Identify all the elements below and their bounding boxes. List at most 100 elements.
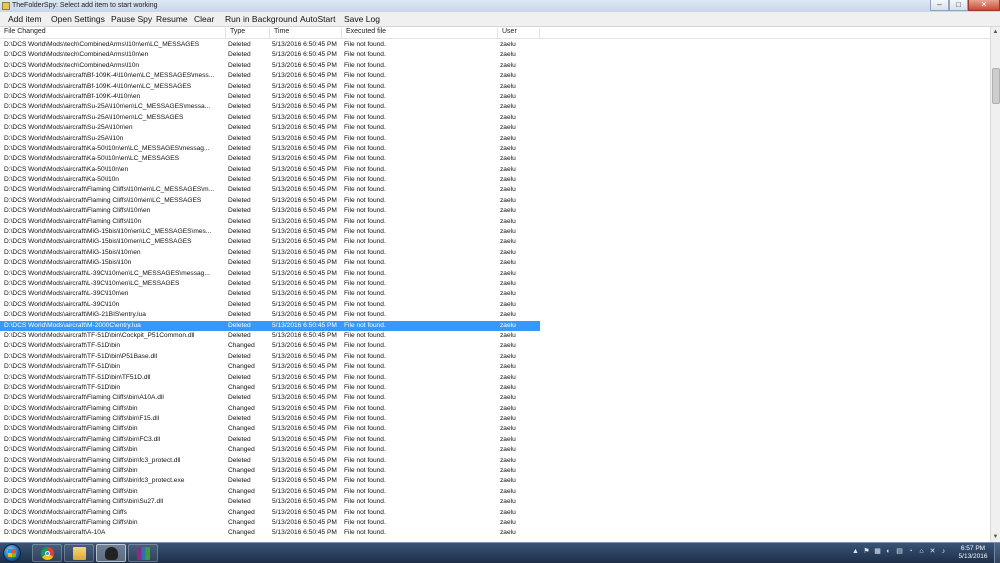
tray-network-icon[interactable]: ⌂ [918, 548, 925, 556]
table-row[interactable]: D:\DCS World\Mods\aircraft\Su-25A\l10n\e… [0, 123, 540, 133]
close-button[interactable]: ✕ [968, 0, 1000, 11]
table-row[interactable]: D:\DCS World\Mods\aircraft\TF-51D\bin\Co… [0, 331, 540, 341]
tray-sync-icon[interactable]: ◐ [885, 548, 892, 556]
maximize-button[interactable]: □ [949, 0, 968, 11]
table-row[interactable]: D:\DCS World\Mods\aircraft\Flaming Cliff… [0, 466, 540, 476]
table-row[interactable]: D:\DCS World\Mods\tech\CombinedArms\l10n… [0, 61, 540, 71]
table-row[interactable]: D:\DCS World\Mods\aircraft\Flaming Cliff… [0, 424, 540, 434]
menu-pause-spy[interactable]: Pause Spy [111, 14, 152, 24]
menu-resume[interactable]: Resume [156, 14, 188, 24]
table-row[interactable]: D:\DCS World\Mods\aircraft\Flaming Cliff… [0, 414, 540, 424]
tray-expand-icon[interactable]: ▲ [852, 548, 859, 556]
vertical-scrollbar[interactable]: ▲ ▼ [990, 27, 1000, 542]
table-row[interactable]: D:\DCS World\Mods\aircraft\Ka-50\l10n Del… [0, 175, 540, 185]
column-header-executed-file[interactable]: Executed file [342, 28, 498, 38]
show-desktop-button[interactable] [994, 543, 1000, 563]
cell-time: 5/13/2016 6:50:45 PM [272, 363, 337, 371]
table-row[interactable]: D:\DCS World\Mods\aircraft\Flaming Cliff… [0, 196, 540, 206]
menu-add-item[interactable]: Add item [8, 14, 42, 24]
tray-flag-icon[interactable]: ⚑ [863, 548, 870, 556]
cell-user: zaelu [500, 228, 516, 236]
file-change-list[interactable]: File Changed Type Time Executed file Use… [0, 27, 990, 542]
taskbar-file-explorer[interactable] [64, 544, 94, 562]
table-row[interactable]: D:\DCS World\Mods\aircraft\TF-51D\bin\P5… [0, 352, 540, 362]
table-row[interactable]: D:\DCS World\Mods\aircraft\Flaming Cliff… [0, 393, 540, 403]
menu-autostart[interactable]: AutoStart [300, 14, 335, 24]
table-row[interactable]: D:\DCS World\Mods\aircraft\TF-51D\bin Cha… [0, 341, 540, 351]
table-row[interactable]: D:\DCS World\Mods\aircraft\MiG-15bis\l10… [0, 227, 540, 237]
tray-security-icon[interactable]: ✕ [929, 548, 936, 556]
menu-save-log[interactable]: Save Log [344, 14, 380, 24]
table-row[interactable]: D:\DCS World\Mods\aircraft\Flaming Cliff… [0, 508, 540, 518]
table-row[interactable]: D:\DCS World\Mods\aircraft\Flaming Cliff… [0, 445, 540, 455]
table-row[interactable]: D:\DCS World\Mods\aircraft\Ka-50\l10n\en… [0, 165, 540, 175]
table-row[interactable]: D:\DCS World\Mods\tech\CombinedArms\l10n… [0, 50, 540, 60]
table-row[interactable]: D:\DCS World\Mods\aircraft\Flaming Cliff… [0, 456, 540, 466]
cell-executed-file: File not found. [344, 196, 386, 204]
table-row[interactable]: D:\DCS World\Mods\aircraft\Bf-109K-4\l10… [0, 71, 540, 81]
column-header-time[interactable]: Time [270, 28, 342, 38]
table-row[interactable]: D:\DCS World\Mods\aircraft\MiG-15bis\l10… [0, 248, 540, 258]
cell-time: 5/13/2016 6:50:45 PM [272, 196, 337, 204]
clock[interactable]: 6:57 PM 5/13/2016 [953, 545, 993, 561]
table-row[interactable]: D:\DCS World\Mods\aircraft\A-10A Changed 5… [0, 528, 540, 538]
start-button[interactable] [3, 544, 21, 562]
tray-volume-icon[interactable]: ♪ [940, 548, 947, 556]
table-row[interactable]: D:\DCS World\Mods\aircraft\Bf-109K-4\l10… [0, 82, 540, 92]
cell-user: zaelu [500, 383, 516, 391]
menu-run-in-background[interactable]: Run in Background [225, 14, 297, 24]
scroll-down-icon[interactable]: ▼ [991, 532, 1000, 542]
table-row[interactable]: D:\DCS World\Mods\aircraft\Flaming Cliff… [0, 217, 540, 227]
table-row[interactable]: D:\DCS World\Mods\aircraft\Su-25A\l10n\e… [0, 102, 540, 112]
table-row[interactable]: D:\DCS World\Mods\aircraft\Flaming Cliff… [0, 435, 540, 445]
column-header-user[interactable]: User [498, 28, 540, 38]
cell-file-changed: D:\DCS World\Mods\aircraft\TF-51D\bin [4, 383, 121, 391]
table-row[interactable]: D:\DCS World\Mods\aircraft\Su-25A\l10n\e… [0, 113, 540, 123]
table-row[interactable]: D:\DCS World\Mods\aircraft\MiG-21BIS\ent… [0, 310, 540, 320]
cell-executed-file: File not found. [344, 425, 386, 433]
table-row[interactable]: D:\DCS World\Mods\aircraft\Flaming Cliff… [0, 518, 540, 528]
table-row[interactable]: D:\DCS World\Mods\aircraft\Flaming Cliff… [0, 497, 540, 507]
tray-update-icon[interactable]: ◔ [907, 548, 914, 556]
cell-executed-file: File not found. [344, 456, 386, 464]
cell-time: 5/13/2016 6:50:45 PM [272, 529, 337, 537]
scroll-thumb[interactable] [992, 68, 1000, 104]
taskbar-chrome[interactable] [32, 544, 62, 562]
tray-monitor-icon[interactable]: ▤ [896, 548, 903, 556]
cell-file-changed: D:\DCS World\Mods\aircraft\MiG-15bis\l10… [4, 259, 132, 267]
table-row[interactable]: D:\DCS World\Mods\aircraft\L-39C\l10n\en… [0, 279, 540, 289]
table-row[interactable]: D:\DCS World\Mods\aircraft\TF-51D\bin Cha… [0, 362, 540, 372]
table-row[interactable]: D:\DCS World\Mods\tech\CombinedArms\l10n… [0, 40, 540, 50]
table-row[interactable]: D:\DCS World\Mods\aircraft\TF-51D\bin\TF… [0, 373, 540, 383]
cell-user: zaelu [500, 331, 516, 339]
menu-open-settings[interactable]: Open Settings [51, 14, 105, 24]
table-row[interactable]: D:\DCS World\Mods\aircraft\Bf-109K-4\l10… [0, 92, 540, 102]
cell-time: 5/13/2016 6:50:45 PM [272, 300, 337, 308]
table-row[interactable]: D:\DCS World\Mods\aircraft\L-39C\l10n\en… [0, 289, 540, 299]
column-header-type[interactable]: Type [226, 28, 270, 38]
table-row[interactable]: D:\DCS World\Mods\aircraft\M-2000C\entry… [0, 320, 540, 331]
table-row[interactable]: D:\DCS World\Mods\aircraft\MiG-15bis\l10… [0, 237, 540, 247]
table-row[interactable]: D:\DCS World\Mods\aircraft\Flaming Cliff… [0, 185, 540, 195]
taskbar-thefolderspy[interactable] [96, 544, 126, 562]
minimize-button[interactable]: – [930, 0, 949, 11]
taskbar-winrar[interactable] [128, 544, 158, 562]
table-row[interactable]: D:\DCS World\Mods\aircraft\L-39C\l10n Del… [0, 300, 540, 310]
tray-app-icon[interactable]: ▦ [874, 548, 881, 556]
table-row[interactable]: D:\DCS World\Mods\aircraft\Ka-50\l10n\en… [0, 154, 540, 164]
table-row[interactable]: D:\DCS World\Mods\aircraft\Su-25A\l10n De… [0, 134, 540, 144]
table-row[interactable]: D:\DCS World\Mods\aircraft\Flaming Cliff… [0, 476, 540, 486]
table-row[interactable]: D:\DCS World\Mods\aircraft\Flaming Cliff… [0, 206, 540, 216]
cell-type: Deleted [228, 238, 251, 246]
column-header-file-changed[interactable]: File Changed [0, 28, 226, 38]
menu-clear[interactable]: Clear [194, 14, 214, 24]
table-row[interactable]: D:\DCS World\Mods\aircraft\Ka-50\l10n\en… [0, 144, 540, 154]
table-row[interactable]: D:\DCS World\Mods\aircraft\L-39C\l10n\en… [0, 269, 540, 279]
table-row[interactable]: D:\DCS World\Mods\aircraft\TF-51D\bin Cha… [0, 383, 540, 393]
table-row[interactable]: D:\DCS World\Mods\aircraft\MiG-15bis\l10… [0, 258, 540, 268]
cell-file-changed: D:\DCS World\Mods\aircraft\Flaming Cliff… [4, 415, 160, 423]
cell-user: zaelu [500, 82, 516, 90]
scroll-up-icon[interactable]: ▲ [991, 27, 1000, 37]
table-row[interactable]: D:\DCS World\Mods\aircraft\Flaming Cliff… [0, 404, 540, 414]
table-row[interactable]: D:\DCS World\Mods\aircraft\Flaming Cliff… [0, 487, 540, 497]
